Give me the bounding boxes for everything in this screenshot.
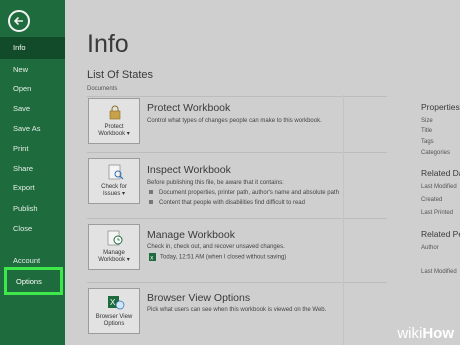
property-label: Tags: [421, 139, 434, 145]
excel-file-icon: x: [149, 253, 156, 261]
browser-view-options-desc: Pick what users can see when this workbo…: [147, 307, 327, 313]
nav-save-as[interactable]: Save As: [0, 118, 65, 140]
bullet-square-icon: [149, 190, 153, 195]
file-path[interactable]: Documents: [87, 86, 117, 92]
browser-view-options-title: Browser View Options: [147, 292, 251, 304]
check-for-issues-button[interactable]: Check for Issues ▾: [88, 158, 140, 204]
inspect-bullet-text: Document properties, printer path, autho…: [159, 190, 339, 196]
related-dates-heading: Related Da: [421, 168, 460, 178]
nav-print[interactable]: Print: [0, 138, 65, 160]
svg-text:x: x: [150, 255, 153, 261]
watermark-part: wiki: [397, 325, 423, 342]
browser-view-options-label: Browser View Options: [95, 314, 133, 327]
nav-close[interactable]: Close: [0, 218, 65, 240]
protect-workbook-button[interactable]: Protect Workbook ▾: [88, 98, 140, 144]
manage-workbook-title: Manage Workbook: [147, 229, 235, 241]
inspect-workbook-title: Inspect Workbook: [147, 164, 231, 176]
divider: [87, 152, 387, 153]
people-label: Author: [421, 245, 439, 251]
related-people-heading: Related Pe: [421, 229, 460, 239]
check-for-issues-label: Check for Issues ▾: [101, 184, 127, 197]
date-label: Last Printed: [421, 210, 454, 216]
inspect-bullet-item: Content that people with disabilities fi…: [149, 200, 305, 206]
protect-workbook-button-label: Protect Workbook ▾: [98, 124, 130, 137]
bullet-square-icon: [149, 200, 153, 205]
divider: [87, 218, 387, 219]
date-label: Last Modified: [421, 184, 457, 190]
page-title: Info: [87, 30, 129, 58]
lock-icon: [109, 105, 121, 120]
svg-text:X: X: [110, 298, 116, 307]
nav-options[interactable]: Options: [4, 267, 63, 295]
people-label: Last Modified: [421, 269, 457, 275]
manage-versions-icon: [107, 230, 123, 246]
protect-workbook-title: Protect Workbook: [147, 102, 231, 114]
file-title: List Of States: [87, 69, 154, 81]
wikihow-watermark: wikiHow: [397, 325, 454, 342]
nav-publish[interactable]: Publish: [0, 198, 65, 220]
nav-export[interactable]: Export: [0, 177, 65, 199]
autosave-version-link[interactable]: x Today, 12:51 AM (when I closed without…: [149, 253, 286, 261]
column-separator: [343, 95, 344, 345]
watermark-part: How: [422, 325, 454, 342]
browser-view-icon: X: [108, 296, 125, 310]
nav-save[interactable]: Save: [0, 98, 65, 120]
info-panel: Info List Of States Documents Protect Wo…: [65, 0, 460, 345]
inspect-workbook-desc: Before publishing this file, be aware th…: [147, 180, 284, 186]
properties-heading[interactable]: Properties: [421, 102, 460, 112]
manage-workbook-button[interactable]: Manage Workbook ▾: [88, 224, 140, 270]
inspect-bullet-text: Content that people with disabilities fi…: [159, 200, 305, 206]
back-button[interactable]: [8, 10, 30, 32]
divider: [87, 282, 387, 283]
protect-workbook-desc: Control what types of changes people can…: [147, 118, 322, 124]
back-arrow-icon: [13, 16, 23, 26]
nav-open[interactable]: Open: [0, 78, 65, 100]
divider: [87, 96, 387, 97]
autosave-version-text: Today, 12:51 AM (when I closed without s…: [160, 254, 287, 261]
manage-workbook-label: Manage Workbook ▾: [98, 250, 130, 263]
property-label: Size: [421, 118, 433, 124]
date-label: Created: [421, 197, 443, 203]
inspect-bullet-item: Document properties, printer path, autho…: [149, 190, 339, 196]
nav-info[interactable]: Info: [0, 37, 65, 59]
property-label: Title: [421, 128, 433, 134]
inspect-document-icon: [108, 164, 124, 180]
browser-view-options-button[interactable]: X Browser View Options: [88, 288, 140, 334]
backstage-sidebar: Info New Open Save Save As Print Share E…: [0, 0, 65, 345]
property-label: Categories: [421, 150, 451, 156]
manage-workbook-desc: Check in, check out, and recover unsaved…: [147, 244, 285, 250]
